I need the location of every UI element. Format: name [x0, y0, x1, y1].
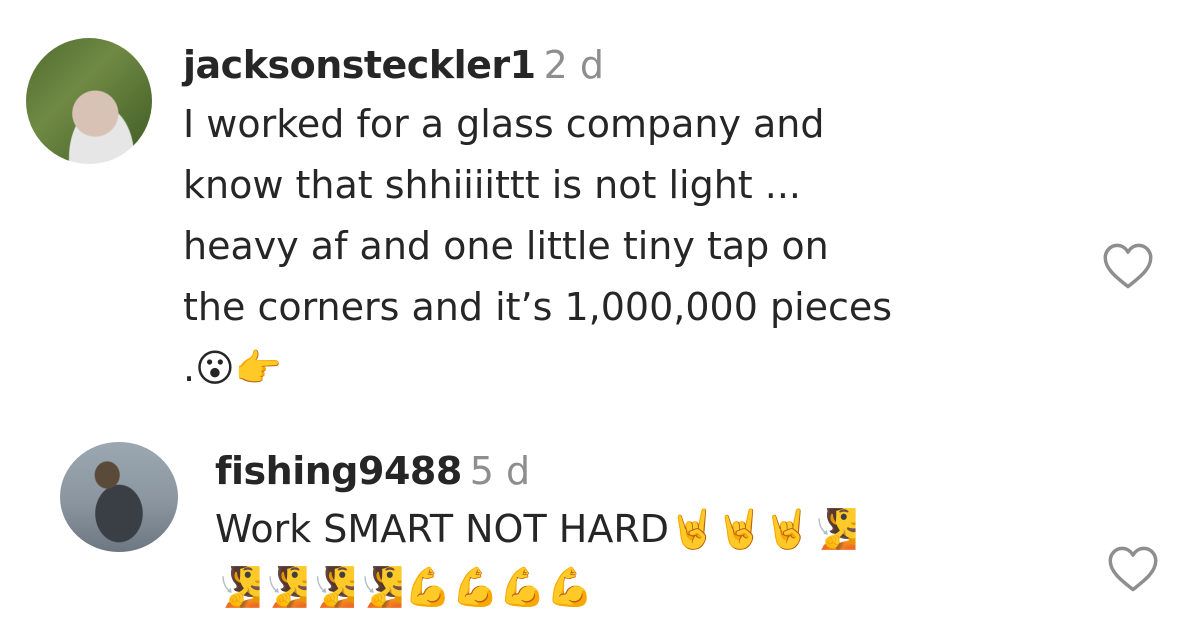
- comment-body: fishing9488 5 d Work SMART NOT HARD🤘🤘🤘🧏 🧏…: [215, 448, 1095, 616]
- comment-timestamp: 5 d: [469, 449, 531, 493]
- comment-username[interactable]: fishing9488: [215, 449, 462, 493]
- avatar[interactable]: [26, 38, 152, 164]
- comment-text: Work SMART NOT HARD🤘🤘🤘🧏 🧏🧏🧏🧏💪💪💪💪: [215, 507, 859, 609]
- comment-timestamp: 2 d: [543, 43, 604, 87]
- comment-text: I worked for a glass company and know th…: [183, 102, 893, 390]
- heart-outline-icon[interactable]: [1102, 242, 1154, 290]
- comment-body: jacksonsteckler1 2 d I worked for a glass…: [183, 42, 1083, 399]
- comment-meta: jacksonsteckler1 2 d: [183, 42, 1083, 88]
- heart-outline-icon[interactable]: [1107, 545, 1159, 593]
- avatar[interactable]: [60, 442, 178, 552]
- comment-username[interactable]: jacksonsteckler1: [183, 43, 536, 87]
- comment-meta: fishing9488 5 d: [215, 448, 1095, 494]
